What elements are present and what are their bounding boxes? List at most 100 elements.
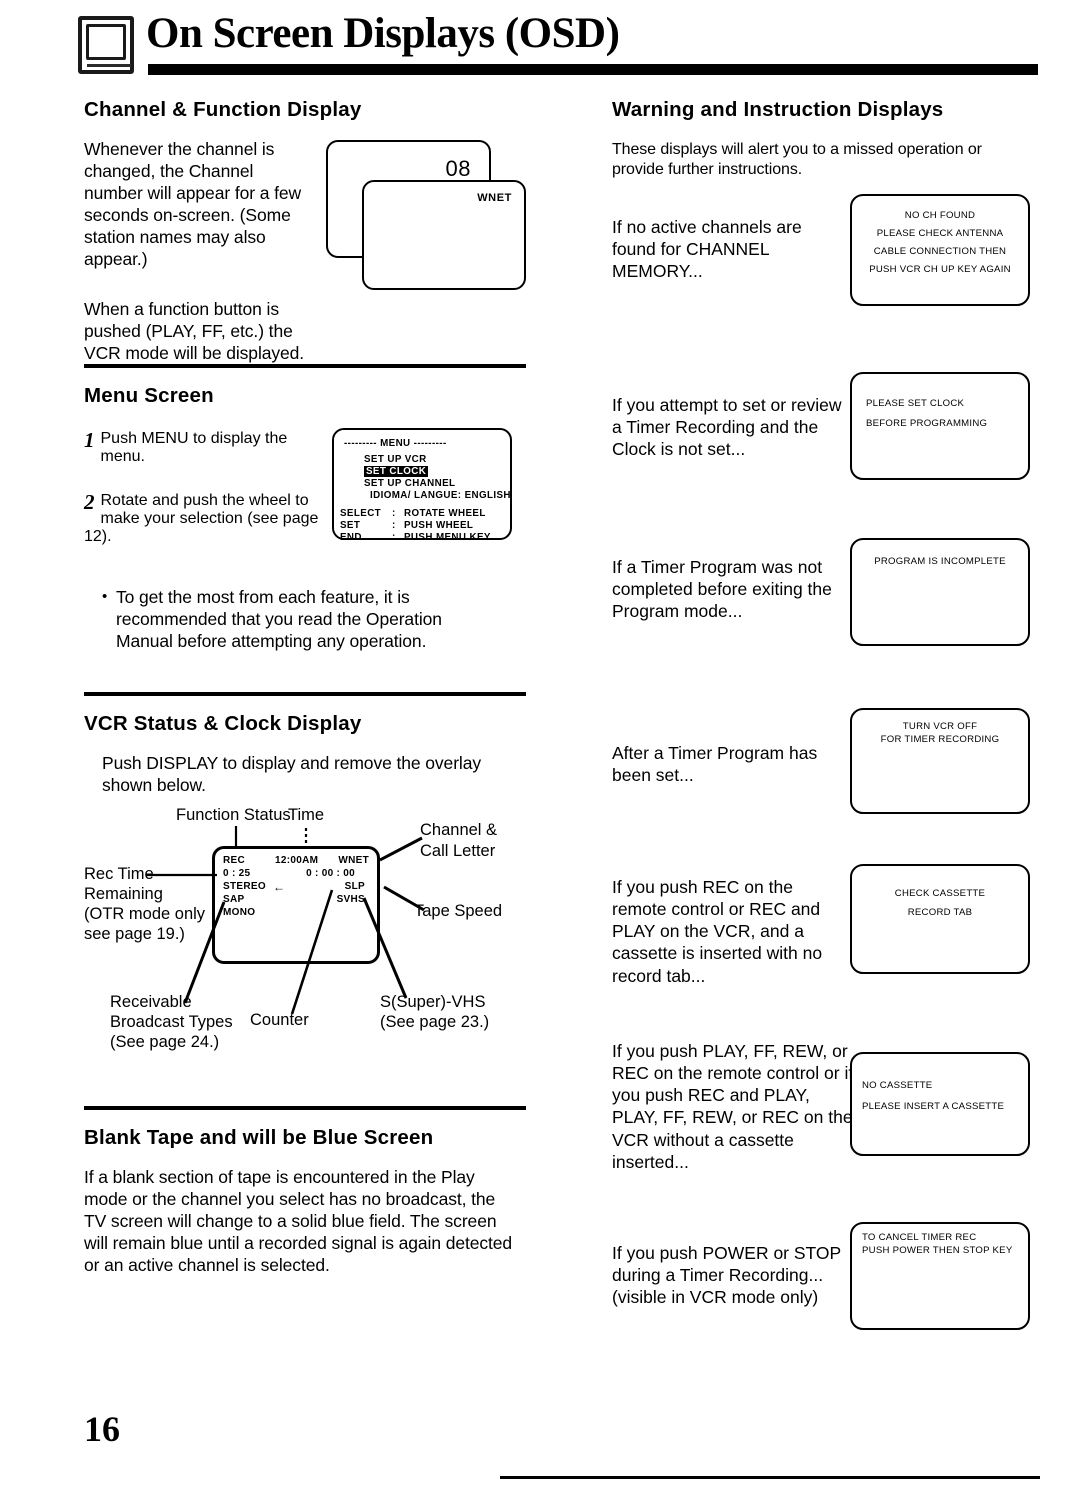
osd-menu-item-language[interactable]: IDIOMA/ LANGUE: ENGLISH (370, 490, 511, 501)
osd-no-cassette-line-2: PLEASE INSERT A CASSETTE (862, 1101, 1005, 1113)
warning-text-check-cassette: If you push REC on the remote control or… (612, 877, 823, 986)
osd-no-cassette-line-1: NO CASSETTE (862, 1080, 933, 1092)
blank-tape-paragraph: If a blank section of tape is encountere… (84, 1167, 513, 1276)
warning-text-set-clock: If you attempt to set or review a Timer … (612, 395, 842, 460)
vcr-status-paragraph: Push DISPLAY to display and remove the o… (102, 753, 481, 796)
osd-menu-legend-select-sep: : (392, 508, 396, 519)
channel-display-figure: 08 WNET (326, 140, 526, 292)
osd-menu-legend-set-sep: : (392, 520, 396, 531)
channel-function-paragraph-2: When a function button is pushed (PLAY, … (84, 299, 305, 364)
channel-function-paragraph-1: Whenever the channel is changed, the Cha… (84, 139, 302, 270)
section-title-menu-screen: Menu Screen (84, 384, 214, 407)
osd-program-incomplete-line-1: PROGRAM IS INCOMPLETE (874, 556, 1006, 568)
menu-step-1-number: 1 (84, 428, 95, 452)
bullet-marker: • (102, 588, 108, 605)
divider-blank-tape (84, 1106, 526, 1111)
channel-function-block: Whenever the channel is changed, the Cha… (84, 138, 526, 363)
osd-screen-program-incomplete: PROGRAM IS INCOMPLETE (850, 538, 1030, 647)
tv-screen-icon (78, 16, 134, 74)
warning-row-set-clock: If you attempt to set or review a Timer … (612, 372, 1030, 538)
callout-rec-time-line3: (OTR mode only (84, 905, 206, 924)
callout-rec-time-line1: Rec Time (84, 865, 154, 884)
right-column: Warning and Instruction Displays These d… (612, 98, 1030, 1352)
menu-step-2-text: Rotate and push the wheel to make your s… (84, 492, 319, 545)
osd-status-mono: MONO (223, 907, 256, 919)
osd-menu-item-set-clock[interactable]: SET CLOCK (364, 466, 429, 477)
osd-status-stereo: STEREO (223, 881, 266, 893)
osd-screen-cancel-timer-rec: TO CANCEL TIMER REC PUSH POWER THEN STOP… (850, 1222, 1030, 1331)
osd-screen-call-letter: WNET (362, 180, 526, 290)
menu-step-1-text: Push MENU to display the menu. (100, 430, 288, 465)
menu-screen-block: 1 Push MENU to display the menu. 2 Rotat… (84, 428, 526, 580)
osd-no-ch-found-line-2: PLEASE CHECK ANTENNA (876, 228, 1004, 240)
page-header: On Screen Displays (OSD) (78, 10, 1038, 76)
warning-row-check-cassette: If you push REC on the remote control or… (612, 860, 1030, 1040)
osd-menu-legend-select-key: SELECT (340, 508, 382, 519)
osd-channel-number: 08 (445, 156, 471, 181)
osd-turn-vcr-off-line-1: TURN VCR OFF (902, 721, 978, 733)
osd-menu-item-set-up-vcr[interactable]: SET UP VCR (364, 454, 427, 465)
callout-time: Time (288, 806, 325, 825)
callout-counter: Counter (250, 1011, 309, 1030)
osd-no-ch-found-line-3: CABLE CONNECTION THEN (873, 246, 1007, 258)
menu-screen-bullet-text: To get the most from each feature, it is… (116, 587, 442, 652)
osd-check-cassette-line-1: CHECK CASSETTE (894, 888, 986, 900)
osd-menu-item-set-up-channel[interactable]: SET UP CHANNEL (364, 478, 455, 489)
osd-no-ch-found-line-1: NO CH FOUND (904, 210, 976, 222)
osd-status-counter: 0 : 00 : 00 (306, 868, 355, 880)
osd-screen-menu: --------- MENU --------- SET UP VCR SET … (332, 428, 512, 543)
callout-rec-time-line2: Remaining (84, 885, 163, 904)
warning-text-program-incomplete: If a Timer Program was not completed bef… (612, 557, 832, 622)
manual-page: On Screen Displays (OSD) Channel & Funct… (0, 0, 1080, 1501)
header-divider (148, 64, 1038, 75)
warning-row-turn-vcr-off: After a Timer Program has been set... TU… (612, 708, 1030, 860)
osd-menu-legend-set-key: SET (340, 520, 361, 531)
menu-screen-bullet: • To get the most from each feature, it … (84, 586, 526, 652)
osd-status-svhs: SVHS (336, 894, 365, 906)
warning-text-cancel-timer-rec: If you push POWER or STOP during a Timer… (612, 1243, 841, 1308)
warning-row-cancel-timer-rec: If you push POWER or STOP during a Timer… (612, 1222, 1030, 1352)
osd-menu-legend-end-sep: : (392, 532, 396, 543)
menu-step-1: 1 Push MENU to display the menu. (84, 430, 324, 466)
osd-screen-no-cassette: NO CASSETTE PLEASE INSERT A CASSETTE (850, 1052, 1030, 1157)
left-column: Channel & Function Display Whenever the … (84, 98, 526, 1276)
vcr-status-diagram: REC 0 : 25 STEREO ← SAP MONO 12:00AM WNE… (84, 806, 526, 1051)
osd-status-sap: SAP (223, 894, 245, 906)
section-title-warning-displays: Warning and Instruction Displays (612, 98, 944, 121)
section-title-channel-function: Channel & Function Display (84, 98, 362, 121)
callout-channel-call-letter-line1: Channel & (420, 821, 498, 840)
callout-receivable-line2: Broadcast Types (110, 1013, 233, 1032)
warning-text-turn-vcr-off: After a Timer Program has been set... (612, 743, 818, 786)
callout-receivable-line1: Receivable (110, 993, 192, 1012)
osd-status-rec-time: 0 : 25 (223, 868, 251, 880)
osd-screen-check-cassette: CHECK CASSETTE RECORD TAB (850, 864, 1030, 975)
warning-row-no-ch-found: If no active channels are found for CHAN… (612, 194, 1030, 372)
osd-status-time: 12:00AM (275, 855, 319, 867)
warning-row-no-cassette: If you push PLAY, FF, REW, or REC on the… (612, 1040, 1030, 1222)
osd-menu-title: --------- MENU --------- (344, 438, 447, 449)
callout-tape-speed: Tape Speed (414, 902, 503, 921)
divider-menu-screen (84, 364, 526, 368)
osd-call-letter: WNET (477, 192, 512, 204)
osd-check-cassette-line-2: RECORD TAB (907, 907, 973, 919)
divider-vcr-status (84, 692, 526, 697)
osd-status-rec: REC (223, 855, 246, 867)
osd-screen-vcr-status: REC 0 : 25 STEREO ← SAP MONO 12:00AM WNE… (212, 846, 380, 965)
menu-step-2-number: 2 (84, 490, 95, 514)
callout-function-status: Function Status (176, 806, 291, 825)
warning-text-no-cassette: If you push PLAY, FF, REW, or REC on the… (612, 1041, 854, 1172)
osd-status-stereo-arrow-icon: ← (273, 880, 286, 895)
osd-screen-turn-vcr-off: TURN VCR OFF FOR TIMER RECORDING (850, 708, 1030, 815)
osd-no-ch-found-line-4: PUSH VCR CH UP KEY AGAIN (869, 264, 1011, 276)
callout-channel-call-letter-line2: Call Letter (420, 842, 496, 861)
warning-intro: These displays will alert you to a misse… (612, 141, 982, 179)
osd-menu-legend-end-value: PUSH MENU KEY (404, 532, 491, 543)
osd-menu-legend-end-key: END (340, 532, 362, 543)
callout-svhs-line2: (See page 23.) (380, 1013, 490, 1032)
section-title-blank-tape: Blank Tape and will be Blue Screen (84, 1126, 434, 1150)
osd-cancel-timer-rec-line-2: PUSH POWER THEN STOP KEY (862, 1245, 1013, 1257)
page-title: On Screen Displays (OSD) (146, 10, 620, 57)
osd-menu-legend-select-value: ROTATE WHEEL (404, 508, 486, 519)
osd-turn-vcr-off-line-2: FOR TIMER RECORDING (880, 734, 1000, 746)
osd-set-clock-line-1: PLEASE SET CLOCK (866, 398, 965, 410)
